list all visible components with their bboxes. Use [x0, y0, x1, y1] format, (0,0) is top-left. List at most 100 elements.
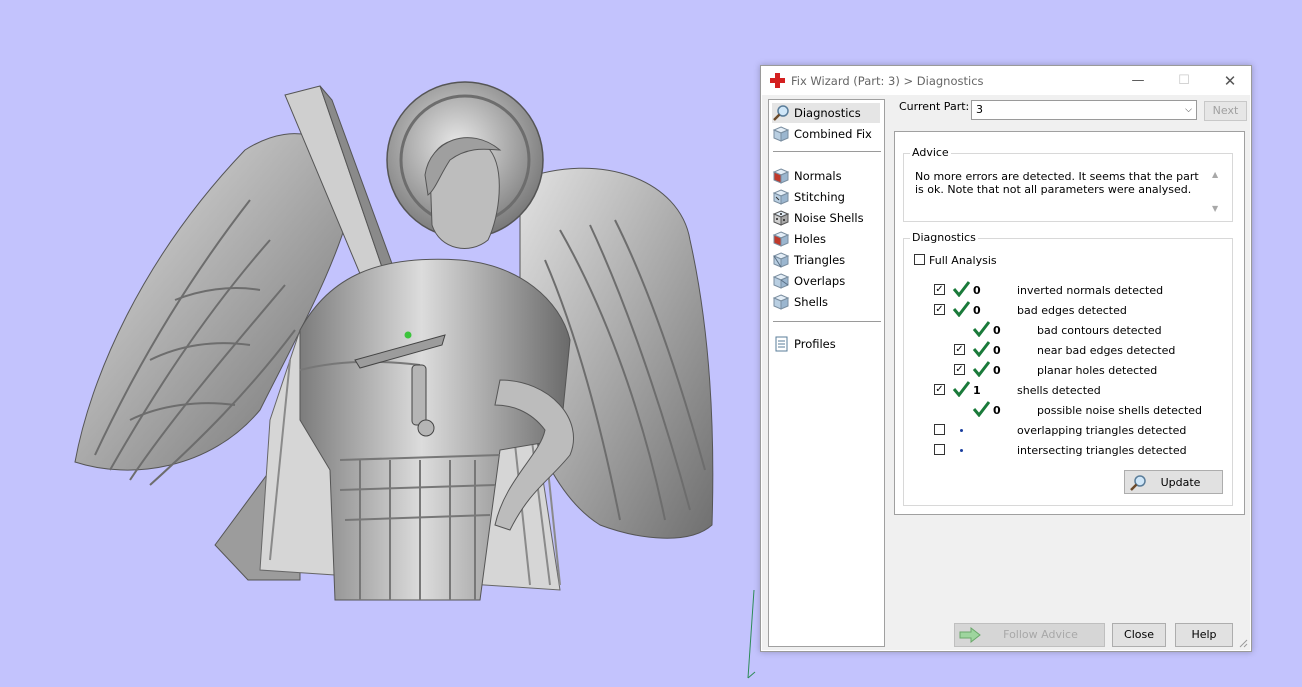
nav-label: Triangles [794, 253, 846, 267]
planar-holes-checkbox[interactable]: ✓ [954, 364, 965, 375]
green-check-icon [972, 321, 990, 337]
green-check-icon [972, 341, 990, 357]
shells-label: shells detected [1017, 384, 1101, 397]
planar-holes-count: 0 [993, 364, 1001, 377]
nav-label: Noise Shells [794, 211, 864, 225]
green-check-icon [952, 301, 970, 317]
axis-indicator-icon [747, 589, 756, 679]
planar-holes-label: planar holes detected [1037, 364, 1158, 377]
noise-shells-count: 0 [993, 404, 1001, 417]
advice-scrollbar[interactable]: ▲ ▼ [1210, 170, 1222, 216]
nav-label: Shells [794, 295, 829, 309]
holes-cube-icon [772, 231, 790, 247]
shells-checkbox[interactable]: ✓ [934, 384, 945, 395]
current-part-dropdown[interactable]: 3 ⌵ [971, 100, 1197, 120]
nav-label: Combined Fix [794, 127, 872, 141]
diagnostics-panel: Advice No more errors are detected. It s… [894, 131, 1245, 515]
triangles-cube-icon [772, 252, 790, 268]
inverted-normals-checkbox[interactable]: ✓ [934, 284, 945, 295]
inverted-normals-label: inverted normals detected [1017, 284, 1164, 297]
resize-grip-icon[interactable] [1238, 638, 1248, 648]
maximize-button[interactable]: ☐ [1169, 71, 1199, 91]
advice-text: No more errors are detected. It seems th… [915, 170, 1199, 196]
follow-advice-label: Follow Advice [1003, 628, 1078, 641]
nav-item-diagnostics[interactable]: Diagnostics [772, 103, 880, 123]
nav-separator [773, 321, 881, 322]
overlaps-cube-icon [772, 273, 790, 289]
arrow-right-icon [959, 627, 981, 643]
title-bar[interactable]: Fix Wizard (Part: 3) > Diagnostics — ☐ ✕ [761, 66, 1251, 95]
close-button[interactable]: Close [1112, 623, 1166, 647]
status-dot [960, 449, 963, 452]
bad-edges-label: bad edges detected [1017, 304, 1127, 317]
overlapping-triangles-checkbox[interactable] [934, 424, 945, 435]
advice-group: Advice No more errors are detected. It s… [903, 146, 1233, 222]
advice-title: Advice [910, 146, 951, 159]
intersecting-triangles-checkbox[interactable] [934, 444, 945, 455]
bad-edges-count: 0 [973, 304, 981, 317]
magnifier-icon [773, 105, 789, 121]
dialog-client-area: Diagnostics Combined Fix Normals Stitchi… [762, 95, 1250, 650]
overlapping-triangles-label: overlapping triangles detected [1017, 424, 1187, 437]
bad-edges-checkbox[interactable]: ✓ [934, 304, 945, 315]
current-part-value: 3 [976, 103, 983, 116]
bad-contours-count: 0 [993, 324, 1001, 337]
full-analysis-label: Full Analysis [929, 254, 997, 267]
noise-shells-icon [772, 210, 790, 226]
green-check-icon [952, 281, 970, 297]
nav-label: Diagnostics [794, 106, 861, 120]
update-label: Update [1160, 476, 1201, 489]
normals-cube-icon [772, 168, 790, 184]
near-bad-edges-checkbox[interactable]: ✓ [954, 344, 965, 355]
nav-label: Holes [794, 232, 826, 246]
scroll-down-icon[interactable]: ▼ [1212, 204, 1218, 213]
diagnostics-title: Diagnostics [910, 231, 978, 244]
scroll-up-icon[interactable]: ▲ [1212, 170, 1218, 179]
nav-label: Profiles [794, 337, 836, 351]
nav-item-profiles[interactable]: Profiles [772, 334, 880, 354]
nav-item-combined-fix[interactable]: Combined Fix [772, 124, 880, 144]
status-dot [960, 429, 963, 432]
shells-count: 1 [973, 384, 981, 397]
minimize-button[interactable]: — [1123, 71, 1153, 91]
nav-label: Overlaps [794, 274, 846, 288]
close-window-button[interactable]: ✕ [1215, 71, 1245, 91]
follow-advice-button[interactable]: Follow Advice [954, 623, 1105, 647]
angel-statue-model[interactable] [0, 0, 760, 684]
red-cross-icon [770, 73, 785, 88]
inverted-normals-count: 0 [973, 284, 981, 297]
window-title: Fix Wizard (Part: 3) > Diagnostics [791, 74, 984, 88]
next-button[interactable]: Next [1204, 101, 1247, 121]
full-analysis-checkbox[interactable] [914, 254, 925, 265]
diagnostics-group: Diagnostics Full Analysis ✓ 0 inverted n… [903, 231, 1233, 506]
chevron-down-icon: ⌵ [1185, 105, 1192, 115]
nav-label: Normals [794, 169, 842, 183]
nav-item-noise-shells[interactable]: Noise Shells [772, 208, 880, 228]
nav-label: Stitching [794, 190, 845, 204]
nav-item-stitching[interactable]: Stitching [772, 187, 880, 207]
near-bad-edges-label: near bad edges detected [1037, 344, 1176, 357]
cube-icon [772, 126, 790, 142]
current-part-label: Current Part: [899, 100, 970, 113]
green-check-icon [972, 401, 990, 417]
shells-cube-icon [772, 294, 790, 310]
stitching-cube-icon [772, 189, 790, 205]
nav-separator [773, 151, 881, 152]
intersecting-triangles-label: intersecting triangles detected [1017, 444, 1187, 457]
bad-contours-label: bad contours detected [1037, 324, 1162, 337]
nav-item-holes[interactable]: Holes [772, 229, 880, 249]
green-check-icon [952, 381, 970, 397]
fix-wizard-dialog: Fix Wizard (Part: 3) > Diagnostics — ☐ ✕… [760, 65, 1252, 652]
green-check-icon [972, 361, 990, 377]
help-button[interactable]: Help [1175, 623, 1233, 647]
nav-item-overlaps[interactable]: Overlaps [772, 271, 880, 291]
nav-item-normals[interactable]: Normals [772, 166, 880, 186]
nav-item-shells[interactable]: Shells [772, 292, 880, 312]
nav-item-triangles[interactable]: Triangles [772, 250, 880, 270]
update-button[interactable]: Update [1124, 470, 1223, 494]
3d-viewport[interactable] [0, 0, 760, 684]
document-icon [775, 336, 788, 352]
noise-shells-label: possible noise shells detected [1037, 404, 1203, 417]
wizard-nav-list: Diagnostics Combined Fix Normals Stitchi… [768, 99, 885, 647]
near-bad-edges-count: 0 [993, 344, 1001, 357]
